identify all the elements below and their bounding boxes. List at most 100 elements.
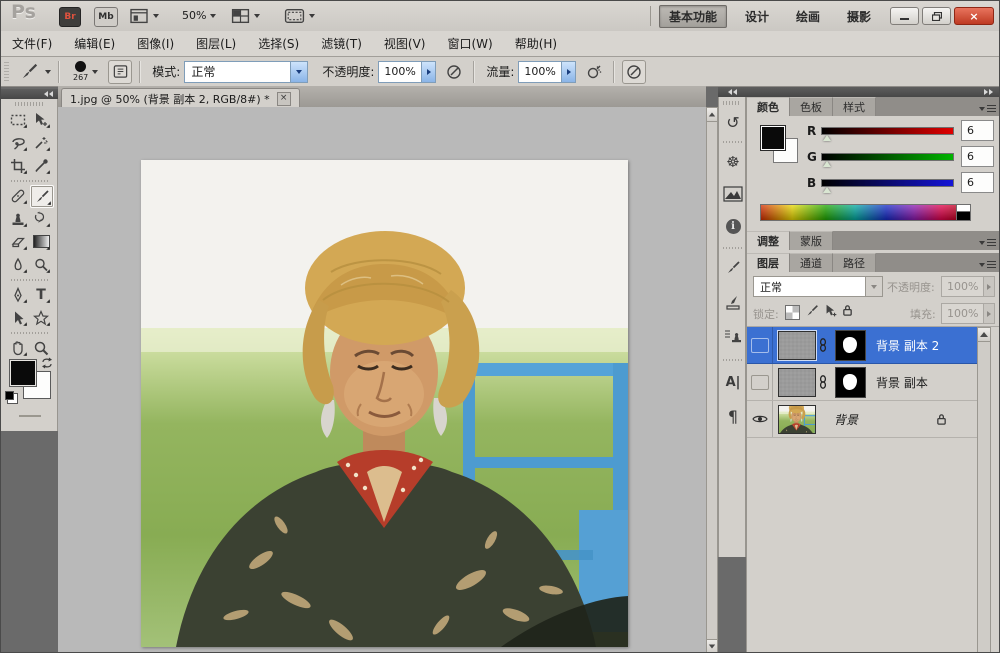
clone-source-panel-icon[interactable] bbox=[719, 323, 747, 349]
menu-help[interactable]: 帮助(H) bbox=[504, 31, 568, 56]
tab-color[interactable]: 颜色 bbox=[747, 97, 790, 116]
spectrum-black-swatch[interactable] bbox=[956, 211, 971, 221]
arrange-documents-button[interactable] bbox=[231, 8, 260, 24]
blend-mode-select[interactable]: 正常 bbox=[184, 60, 309, 83]
zoom-level-menu-button[interactable]: 50% bbox=[182, 9, 217, 22]
menu-select[interactable]: 选择(S) bbox=[247, 31, 310, 56]
workspace-design-button[interactable]: 设计 bbox=[736, 6, 778, 27]
document-tab[interactable]: 1.jpg @ 50% (背景 副本 2, RGB/8#) * × bbox=[61, 88, 300, 108]
visibility-toggle[interactable] bbox=[747, 401, 773, 437]
grip-handle[interactable] bbox=[15, 102, 43, 106]
scroll-down-button[interactable] bbox=[707, 639, 717, 652]
tab-paths[interactable]: 路径 bbox=[833, 253, 876, 272]
canvas-vertical-scrollbar[interactable] bbox=[706, 107, 718, 652]
lock-transparency-icon[interactable] bbox=[785, 305, 800, 320]
scroll-up-button[interactable] bbox=[707, 108, 717, 122]
layer-name[interactable]: 背景 副本 bbox=[876, 374, 928, 391]
collapse-left-arrows[interactable] bbox=[728, 89, 737, 95]
visibility-toggle[interactable] bbox=[747, 364, 773, 400]
grip-handle[interactable] bbox=[723, 101, 741, 105]
photo-canvas[interactable] bbox=[141, 160, 628, 647]
flow-input[interactable]: 100% bbox=[518, 60, 577, 83]
tablet-pressure-opacity-button[interactable] bbox=[442, 60, 466, 84]
marquee-tool[interactable] bbox=[7, 109, 29, 130]
menu-window[interactable]: 窗口(W) bbox=[436, 31, 503, 56]
custom-shape-tool[interactable] bbox=[30, 307, 52, 328]
layer-name[interactable]: 背景 副本 2 bbox=[876, 337, 939, 354]
workspace-painting-button[interactable]: 绘画 bbox=[787, 6, 829, 27]
visibility-toggle[interactable] bbox=[747, 327, 773, 363]
lock-paint-icon[interactable] bbox=[804, 303, 820, 319]
panel-menu-icon[interactable] bbox=[979, 239, 996, 246]
tab-masks[interactable]: 蒙版 bbox=[790, 231, 833, 250]
menu-edit[interactable]: 编辑(E) bbox=[63, 31, 126, 56]
info-panel-icon[interactable]: i bbox=[719, 213, 747, 239]
brush-tool-selected[interactable] bbox=[30, 185, 54, 208]
tab-adjustments[interactable]: 调整 bbox=[747, 231, 790, 250]
menu-layer[interactable]: 图层(L) bbox=[185, 31, 247, 56]
scroll-up-button[interactable] bbox=[978, 328, 990, 342]
launch-mini-bridge-button[interactable]: Mb bbox=[94, 7, 118, 27]
history-panel-icon[interactable]: ↺ bbox=[719, 109, 747, 135]
expand-right-arrows[interactable] bbox=[984, 89, 993, 95]
opacity-input[interactable]: 100% bbox=[378, 60, 437, 83]
tablet-pressure-size-button[interactable] bbox=[622, 59, 647, 84]
path-selection-tool[interactable] bbox=[7, 307, 29, 328]
layer-mask-thumbnail[interactable] bbox=[835, 329, 866, 361]
dodge-tool[interactable] bbox=[30, 254, 52, 275]
navigator-panel-icon[interactable]: ☸ bbox=[719, 149, 747, 175]
minimize-button[interactable] bbox=[890, 7, 919, 25]
zoom-tool[interactable] bbox=[30, 337, 52, 358]
gradient-tool[interactable] bbox=[30, 231, 52, 252]
red-value-input[interactable]: 6 bbox=[961, 120, 994, 141]
panel-menu-icon[interactable] bbox=[979, 261, 996, 268]
layer-row-bg-copy[interactable]: 背景 副本 bbox=[747, 364, 985, 401]
layer-name[interactable]: 背景 bbox=[834, 411, 858, 428]
restore-button[interactable] bbox=[922, 7, 951, 25]
brush-preset-picker[interactable]: 267 bbox=[73, 61, 99, 82]
paragraph-panel-icon[interactable]: ¶ bbox=[719, 403, 747, 429]
history-brush-tool[interactable] bbox=[30, 208, 52, 229]
mask-link-icon[interactable] bbox=[819, 375, 827, 389]
layer-mask-thumbnail[interactable] bbox=[835, 366, 866, 398]
menu-view[interactable]: 视图(V) bbox=[373, 31, 437, 56]
screen-mode-button[interactable] bbox=[284, 8, 315, 24]
panel-dock-collapse-bar[interactable] bbox=[718, 87, 999, 97]
foreground-color-swatch[interactable] bbox=[9, 359, 37, 387]
blue-slider-marker[interactable] bbox=[823, 187, 831, 193]
tool-presets-panel-icon[interactable] bbox=[719, 289, 747, 315]
character-panel-icon[interactable]: A| bbox=[719, 369, 747, 395]
move-tool[interactable] bbox=[30, 109, 52, 130]
blue-value-input[interactable]: 6 bbox=[961, 172, 994, 193]
green-value-input[interactable]: 6 bbox=[961, 146, 994, 167]
menu-file[interactable]: 文件(F) bbox=[1, 31, 63, 56]
green-slider[interactable] bbox=[821, 153, 954, 161]
tool-preset-picker[interactable] bbox=[17, 61, 51, 83]
layers-scrollbar[interactable] bbox=[977, 327, 991, 652]
layer-row-bg-copy-2[interactable]: 背景 副本 2 bbox=[747, 327, 985, 364]
workspace-essentials-button[interactable]: 基本功能 bbox=[659, 5, 728, 28]
menu-filter[interactable]: 滤镜(T) bbox=[310, 31, 373, 56]
clone-stamp-tool[interactable] bbox=[7, 208, 29, 229]
tab-layers[interactable]: 图层 bbox=[747, 253, 790, 272]
airbrush-toggle-button[interactable] bbox=[582, 60, 606, 84]
workspace-photography-button[interactable]: 摄影 bbox=[838, 6, 880, 27]
lock-move-icon[interactable] bbox=[823, 303, 839, 319]
lasso-tool[interactable] bbox=[7, 132, 29, 153]
brush-presets-panel-icon[interactable] bbox=[719, 255, 747, 281]
pen-tool[interactable] bbox=[7, 284, 29, 305]
layer-thumbnail[interactable] bbox=[778, 330, 816, 360]
hand-tool[interactable] bbox=[7, 337, 29, 358]
toolbar-collapse-bar[interactable] bbox=[1, 89, 58, 99]
document-close-button[interactable]: × bbox=[276, 91, 291, 106]
layer-thumbnail[interactable] bbox=[778, 404, 816, 434]
type-tool[interactable]: T bbox=[30, 284, 52, 305]
crop-tool[interactable] bbox=[7, 155, 29, 176]
panel-menu-icon[interactable] bbox=[979, 105, 996, 112]
tab-styles[interactable]: 样式 bbox=[833, 97, 876, 116]
eraser-tool[interactable] bbox=[7, 231, 29, 252]
menu-image[interactable]: 图像(I) bbox=[126, 31, 185, 56]
canvas-area[interactable] bbox=[58, 107, 706, 652]
layer-thumbnail[interactable] bbox=[778, 367, 816, 397]
tab-channels[interactable]: 通道 bbox=[790, 253, 833, 272]
